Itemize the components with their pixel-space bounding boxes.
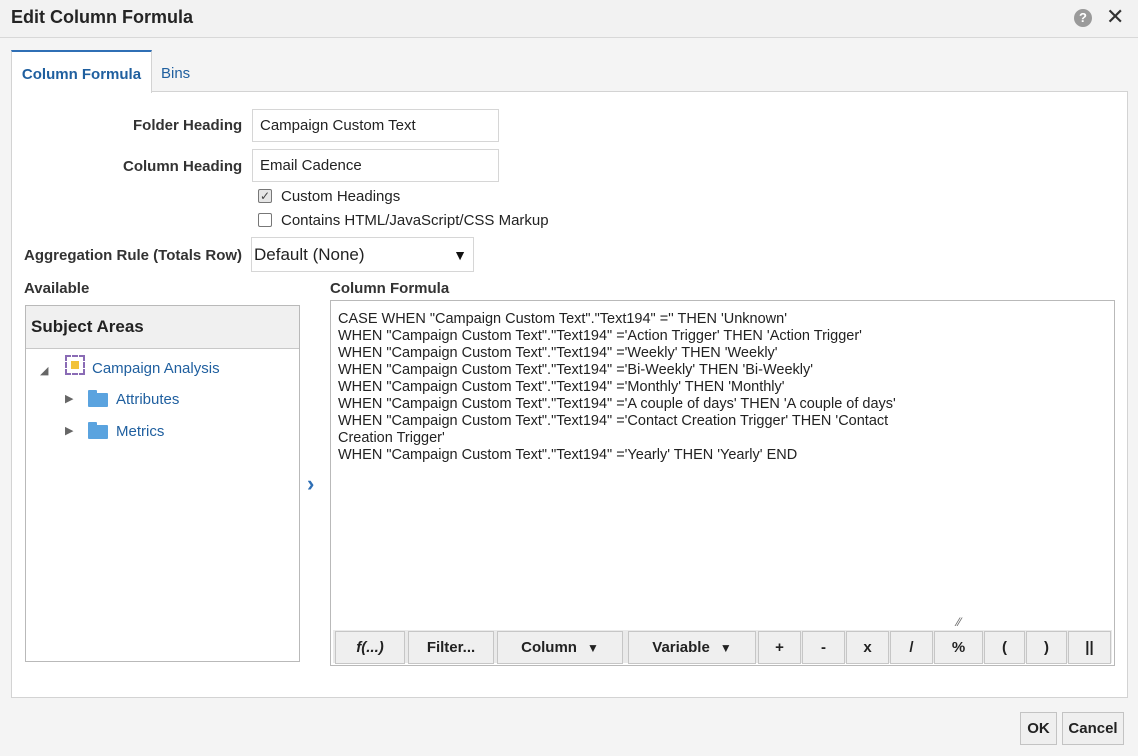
aggregation-rule-select[interactable]: Default (None) ▼: [251, 237, 474, 272]
tree-node-attributes[interactable]: Attributes: [116, 391, 179, 408]
tab-bins[interactable]: Bins: [161, 50, 190, 92]
subject-area-cube-icon: [65, 355, 85, 375]
collapsed-triangle-icon[interactable]: ▶: [65, 392, 73, 405]
dialog-titlebar: Edit Column Formula ? ✕: [0, 0, 1138, 38]
close-icon[interactable]: ✕: [1106, 4, 1124, 30]
expanded-triangle-icon[interactable]: ◢: [40, 364, 48, 377]
variable-button-label: Variable: [652, 639, 710, 656]
folder-heading-label: Folder Heading: [133, 117, 243, 134]
function-button[interactable]: f(...): [335, 631, 405, 664]
aggregation-rule-value: Default (None): [254, 245, 365, 264]
collapsed-triangle-icon[interactable]: ▶: [65, 424, 73, 437]
column-heading-input[interactable]: Email Cadence: [252, 149, 499, 182]
help-icon[interactable]: ?: [1074, 9, 1092, 27]
column-dropdown-button[interactable]: Column ▼: [497, 631, 623, 664]
percent-button[interactable]: %: [934, 631, 983, 664]
folder-icon: [88, 422, 108, 439]
tree-node-campaign-analysis[interactable]: Campaign Analysis: [92, 360, 220, 377]
tab-bar: Column Formula Bins: [11, 50, 1128, 93]
contains-markup-checkbox[interactable]: [258, 213, 272, 227]
aggregation-rule-label: Aggregation Rule (Totals Row): [24, 247, 243, 264]
concat-button[interactable]: ||: [1068, 631, 1111, 664]
column-button-label: Column: [521, 639, 577, 656]
cancel-button[interactable]: Cancel: [1062, 712, 1124, 745]
filter-button[interactable]: Filter...: [408, 631, 494, 664]
column-formula-label: Column Formula: [330, 280, 450, 297]
available-label: Available: [24, 280, 90, 297]
custom-headings-checkbox[interactable]: ✓: [258, 189, 272, 203]
open-paren-button[interactable]: (: [984, 631, 1025, 664]
add-to-formula-arrow-icon[interactable]: ›: [307, 471, 314, 497]
chevron-down-icon: ▼: [453, 247, 467, 263]
tree-node-metrics[interactable]: Metrics: [116, 423, 164, 440]
subject-areas-tree: Subject Areas ◢ Campaign Analysis ▶ Attr…: [25, 305, 300, 662]
tab-column-formula[interactable]: Column Formula: [11, 50, 152, 93]
formula-toolbar: f(...) Filter... Column ▼ Variable ▼ + - x…: [333, 630, 1112, 664]
minus-button[interactable]: -: [802, 631, 845, 664]
contains-markup-label: Contains HTML/JavaScript/CSS Markup: [281, 212, 549, 229]
subject-areas-header: Subject Areas: [26, 306, 299, 349]
variable-dropdown-button[interactable]: Variable ▼: [628, 631, 756, 664]
folder-icon: [88, 390, 108, 407]
resize-handle-icon[interactable]: ⁄⁄: [957, 615, 961, 629]
chevron-down-icon: ▼: [586, 641, 599, 655]
plus-button[interactable]: +: [758, 631, 801, 664]
divide-button[interactable]: /: [890, 631, 933, 664]
close-paren-button[interactable]: ): [1026, 631, 1067, 664]
ok-button[interactable]: OK: [1020, 712, 1057, 745]
formula-textarea[interactable]: CASE WHEN "Campaign Custom Text"."Text19…: [338, 311, 928, 464]
column-heading-label: Column Heading: [123, 158, 243, 175]
folder-heading-input[interactable]: Campaign Custom Text: [252, 109, 499, 142]
chevron-down-icon: ▼: [719, 641, 732, 655]
multiply-button[interactable]: x: [846, 631, 889, 664]
dialog-title: Edit Column Formula: [11, 7, 193, 27]
column-formula-editor[interactable]: CASE WHEN "Campaign Custom Text"."Text19…: [330, 300, 1115, 666]
custom-headings-label: Custom Headings: [281, 188, 401, 205]
